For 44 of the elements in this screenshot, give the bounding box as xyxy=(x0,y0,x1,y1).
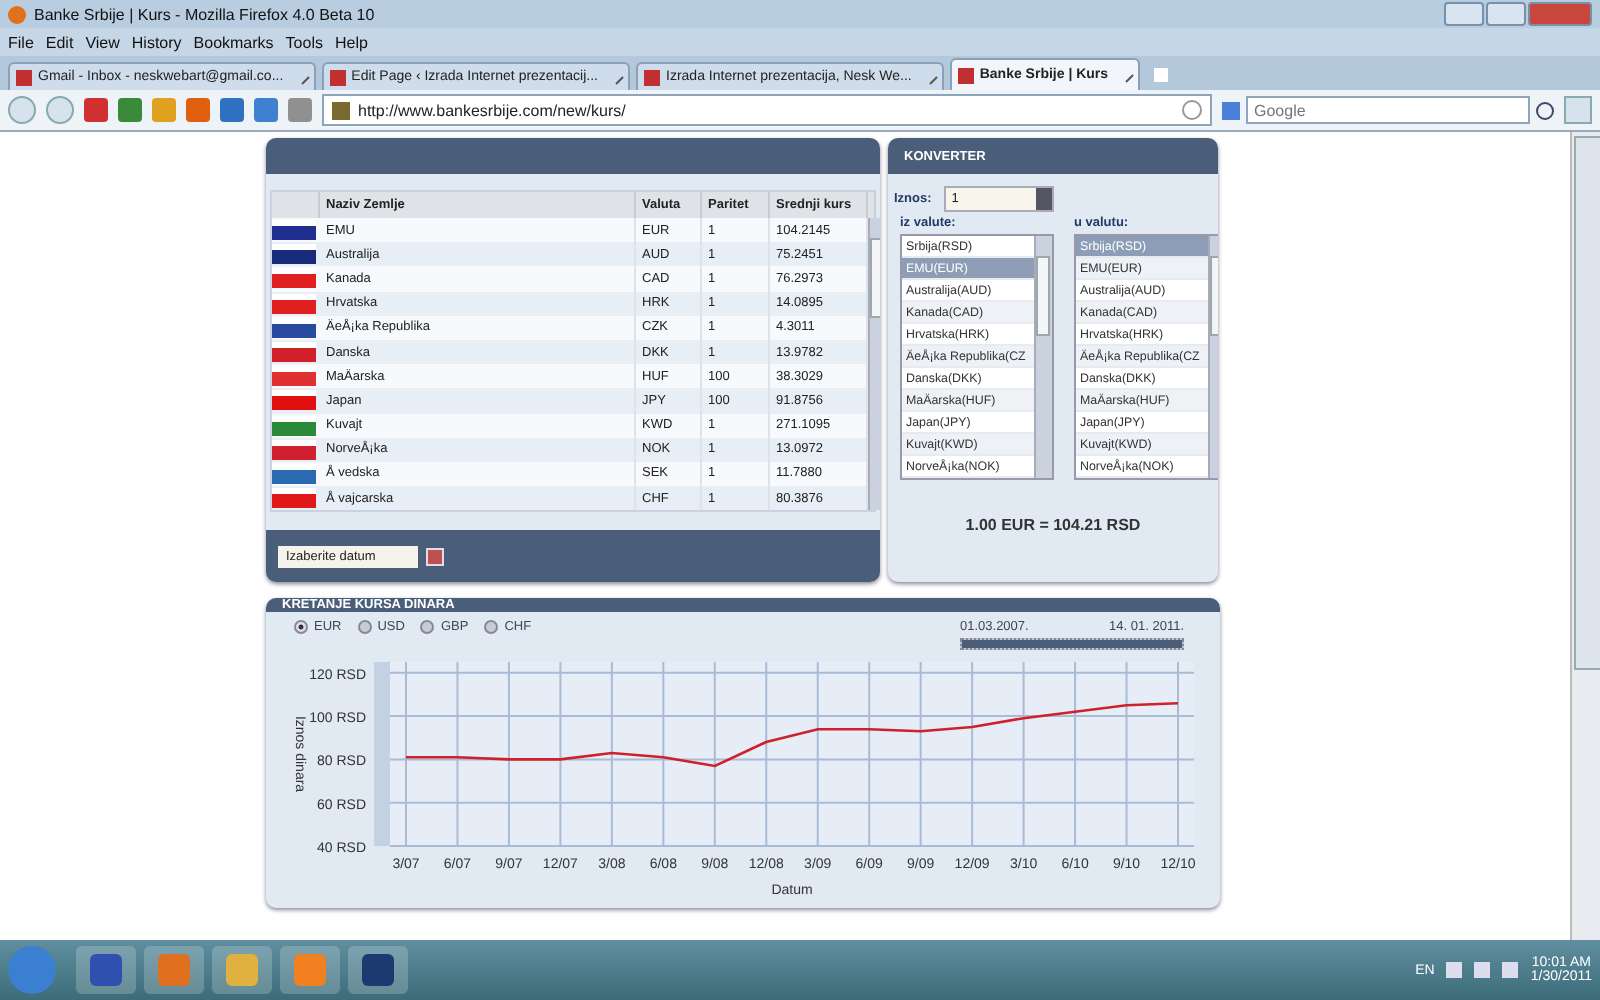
search-icon[interactable] xyxy=(1536,101,1554,119)
taskbar-app-icon[interactable] xyxy=(76,946,136,994)
search-engine-icon xyxy=(1222,101,1240,119)
menu-item[interactable]: File xyxy=(8,33,34,51)
toolbar-icon[interactable] xyxy=(288,98,312,122)
address-field[interactable]: http://www.bankesrbije.com/new/kurs/ xyxy=(322,94,1212,126)
toolbar-icon[interactable] xyxy=(254,98,278,122)
window-title: Banke Srbije | Kurs - Mozilla Firefox 4.0 Beta 10 xyxy=(34,5,377,23)
close-button[interactable] xyxy=(1528,2,1592,26)
browser-logo-icon xyxy=(8,5,26,23)
new-tab-icon[interactable] xyxy=(1154,68,1169,82)
home-icon[interactable] xyxy=(1564,96,1592,124)
url-text: http://www.bankesrbije.com/new/kurs/ xyxy=(358,101,628,119)
scrollbar[interactable] xyxy=(868,218,880,511)
menu-item[interactable]: Tools xyxy=(285,33,323,51)
menu-item[interactable]: Bookmarks xyxy=(193,33,274,51)
menu-item[interactable]: View xyxy=(85,33,120,51)
taskbar-app-icon[interactable] xyxy=(348,946,408,994)
scrollbar[interactable] xyxy=(1034,236,1052,478)
spinner-icon[interactable] xyxy=(1035,188,1052,210)
menu-item[interactable]: Edit xyxy=(45,33,74,51)
toolbar-icon[interactable] xyxy=(84,98,108,122)
toolbar-icon[interactable] xyxy=(152,98,176,122)
scrollbar-thumb[interactable] xyxy=(870,238,880,318)
conversion-result: 1.00 EUR = 104.21 RSD xyxy=(963,516,1143,534)
favicon-icon xyxy=(329,69,346,85)
menu-item[interactable]: Help xyxy=(334,33,368,51)
menu-item[interactable]: History xyxy=(131,33,182,51)
scrollbar-thumb[interactable] xyxy=(1036,256,1050,336)
favicon-icon xyxy=(644,69,661,85)
scrollbar-thumb[interactable] xyxy=(1574,136,1600,670)
toolbar-icon[interactable] xyxy=(118,98,142,122)
page-scrollbar[interactable] xyxy=(1570,132,1600,940)
start-button[interactable] xyxy=(8,946,56,994)
favicon-icon xyxy=(16,69,32,85)
favicon-icon xyxy=(957,67,974,83)
site-icon xyxy=(332,101,350,119)
maximize-button[interactable] xyxy=(1486,2,1526,26)
toolbar-icon[interactable] xyxy=(220,98,244,122)
calendar-icon[interactable] xyxy=(426,547,444,565)
toolbar-icon[interactable] xyxy=(186,98,210,122)
minimize-button[interactable] xyxy=(1444,2,1484,26)
taskbar-app-icon[interactable] xyxy=(212,946,272,994)
search-field[interactable]: Google xyxy=(1246,96,1530,124)
